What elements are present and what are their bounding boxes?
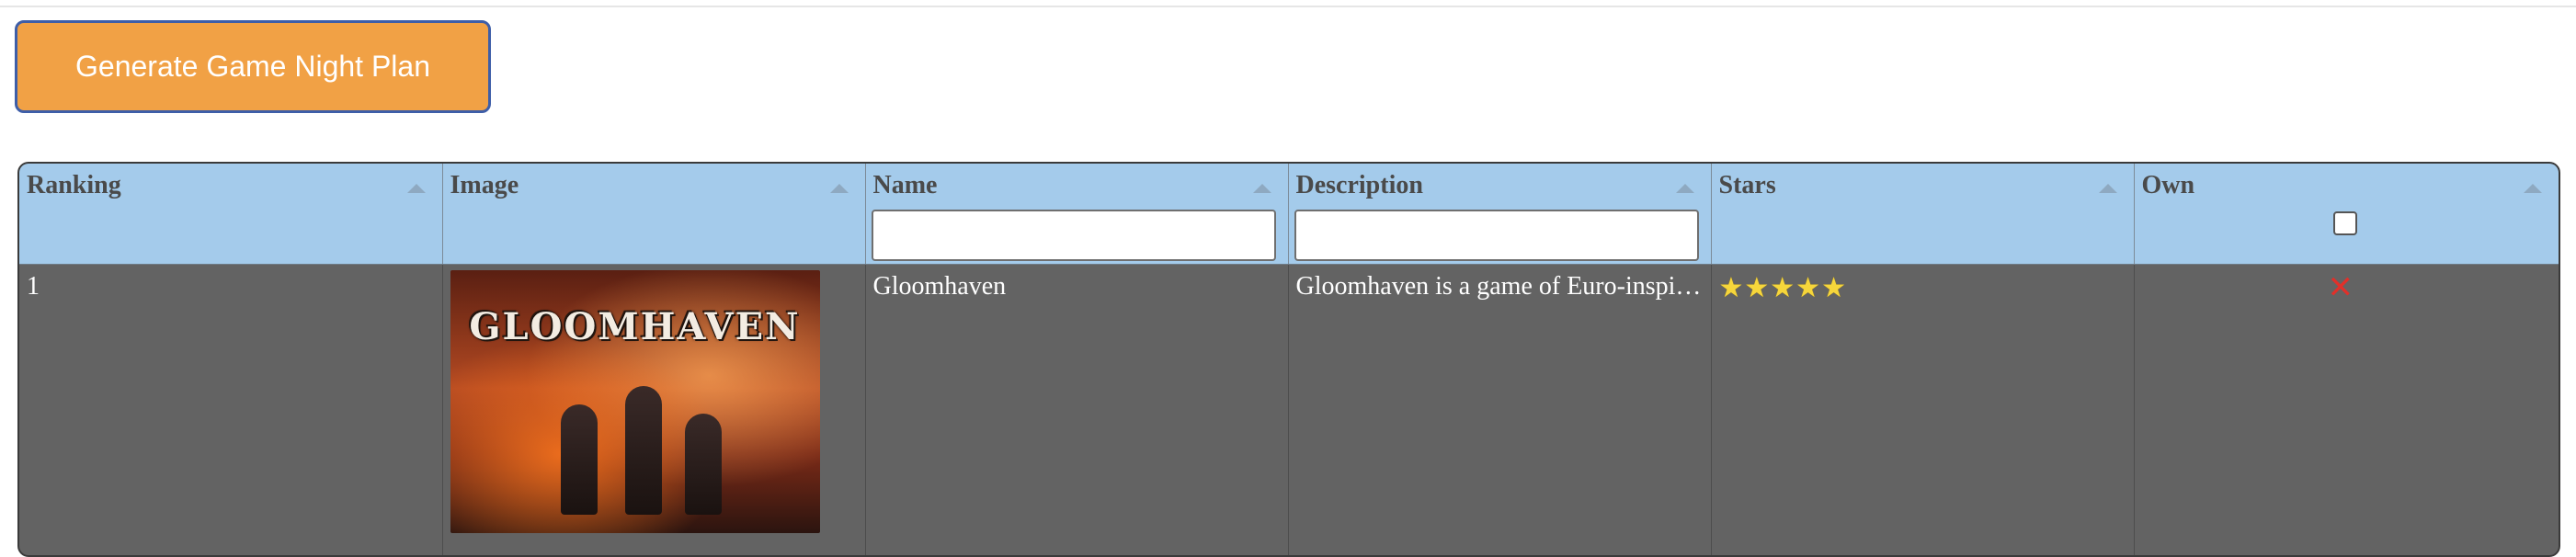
column-label: Stars	[1718, 171, 1776, 199]
column-label: Own	[2141, 171, 2195, 199]
table-header-row: Ranking Image Name Description Stars Own	[19, 164, 2559, 265]
top-divider	[0, 6, 2576, 7]
name-cell: Gloomhaven	[865, 264, 1289, 555]
description-filter-input[interactable]	[1294, 210, 1699, 261]
column-header-image[interactable]: Image	[442, 164, 866, 265]
image-cell: GLOOMHAVEN	[442, 264, 866, 555]
cover-figure	[560, 404, 598, 515]
column-label: Description	[1295, 171, 1423, 199]
column-header-stars[interactable]: Stars	[1711, 164, 2135, 265]
close-icon[interactable]: ✕	[2328, 272, 2354, 303]
generate-game-night-plan-button[interactable]: Generate Game Night Plan	[15, 20, 491, 113]
column-header-name[interactable]: Name	[865, 164, 1289, 265]
sort-icon[interactable]	[2524, 184, 2542, 193]
sort-icon[interactable]	[829, 184, 849, 193]
stars-cell: ★★★★★	[1711, 264, 2135, 555]
own-cell: ✕	[2134, 264, 2559, 555]
ranking-cell: 1	[19, 264, 443, 555]
table-row[interactable]: 1 GLOOMHAVEN Gloomhaven Gloomhaven is a …	[19, 264, 2559, 555]
cover-figure	[684, 413, 722, 515]
own-filter	[2142, 211, 2552, 243]
sort-icon[interactable]	[1252, 184, 1271, 193]
games-table: Ranking Image Name Description Stars Own…	[19, 164, 2559, 555]
cover-title-text: GLOOMHAVEN	[469, 304, 801, 348]
column-header-description[interactable]: Description	[1288, 164, 1712, 265]
games-table-container: Ranking Image Name Description Stars Own…	[17, 162, 2560, 557]
star-rating: ★★★★★	[1718, 272, 1847, 303]
column-label: Ranking	[27, 171, 121, 199]
game-cover-image[interactable]: GLOOMHAVEN	[450, 269, 820, 533]
column-label: Image	[450, 171, 519, 199]
own-filter-checkbox[interactable]	[2332, 211, 2357, 235]
sort-icon[interactable]	[406, 184, 426, 193]
column-header-ranking[interactable]: Ranking	[19, 164, 443, 265]
description-cell: Gloomhaven is a game of Euro-inspi…	[1288, 264, 1712, 555]
sort-icon[interactable]	[1675, 184, 1694, 193]
sort-icon[interactable]	[2098, 184, 2117, 193]
column-header-own[interactable]: Own	[2134, 164, 2559, 265]
column-label: Name	[872, 171, 938, 199]
name-filter-input[interactable]	[871, 210, 1276, 261]
cover-figure	[624, 385, 662, 515]
